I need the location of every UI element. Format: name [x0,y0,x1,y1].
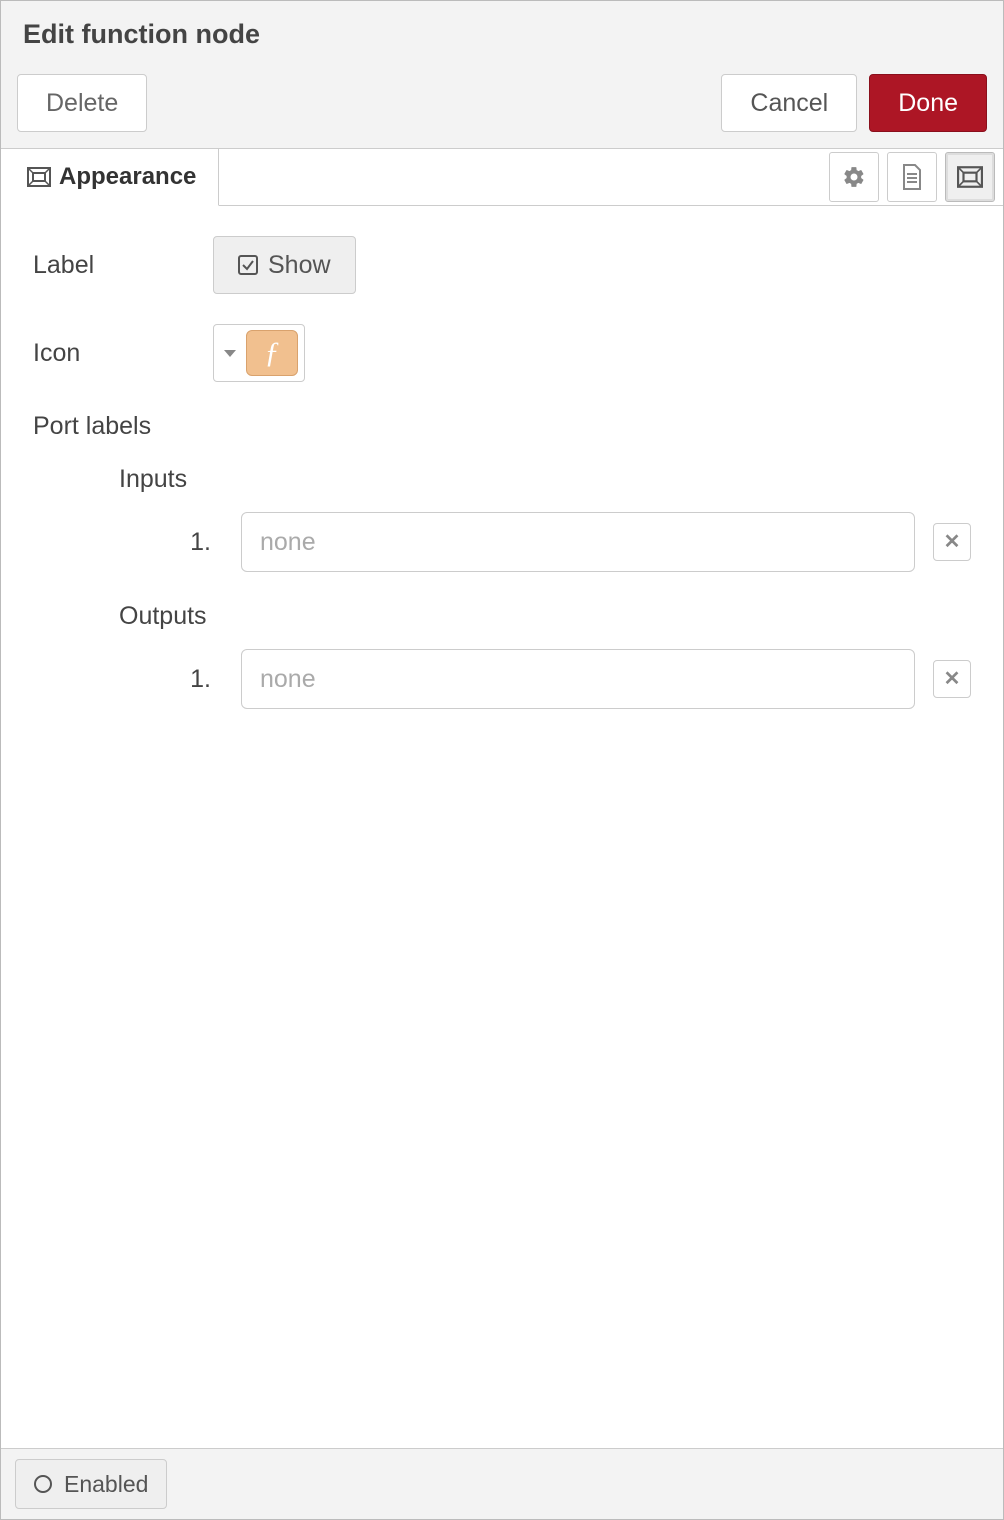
output-port-row: 1. ✕ [33,649,971,709]
inputs-heading: Inputs [119,465,971,494]
show-label-text: Show [268,251,331,280]
input-port-row: 1. ✕ [33,512,971,572]
label-row: Label Show [33,236,971,294]
tab-appearance[interactable]: Appearance [1,149,219,206]
close-icon: ✕ [944,669,961,689]
done-button[interactable]: Done [869,74,987,132]
output-port-index: 1. [33,665,223,694]
show-label-toggle[interactable]: Show [213,236,356,294]
output-port-label-field[interactable] [241,649,915,709]
panel-header: Edit function node [1,1,1003,64]
enabled-toggle[interactable]: Enabled [15,1459,167,1509]
tab-icon-group [829,149,1003,205]
input-port-index: 1. [33,528,223,557]
enabled-label: Enabled [64,1471,148,1498]
appearance-icon [957,166,983,188]
appearance-icon [27,167,51,187]
port-labels-heading: Port labels [33,412,971,441]
panel-footer: Enabled [1,1448,1003,1519]
icon-row: Icon ƒ [33,324,971,382]
clear-input-port-button[interactable]: ✕ [933,523,971,561]
delete-button[interactable]: Delete [17,74,147,132]
chevron-down-icon [224,350,236,357]
close-icon: ✕ [944,532,961,552]
tab-description-button[interactable] [887,152,937,202]
tab-appearance-label: Appearance [59,163,196,191]
gear-icon [842,165,866,189]
icon-field-label: Icon [33,339,213,368]
circle-icon [34,1475,52,1493]
tab-strip: Appearance [1,148,1003,206]
spacer [159,74,709,132]
document-icon [901,164,923,190]
panel-title: Edit function node [23,19,981,50]
tab-properties-button[interactable] [829,152,879,202]
edit-node-panel: Edit function node Delete Cancel Done Ap… [0,0,1004,1520]
input-port-label-field[interactable] [241,512,915,572]
icon-picker[interactable]: ƒ [213,324,305,382]
tab-appearance-button[interactable] [945,152,995,202]
label-field-label: Label [33,251,213,280]
header-button-row: Delete Cancel Done [1,64,1003,148]
panel-body: Label Show Icon ƒ Port labels Inputs 1 [1,206,1003,1448]
checkbox-checked-icon [238,255,258,275]
clear-output-port-button[interactable]: ✕ [933,660,971,698]
function-icon: ƒ [246,330,298,376]
cancel-button[interactable]: Cancel [721,74,857,132]
outputs-heading: Outputs [119,602,971,631]
